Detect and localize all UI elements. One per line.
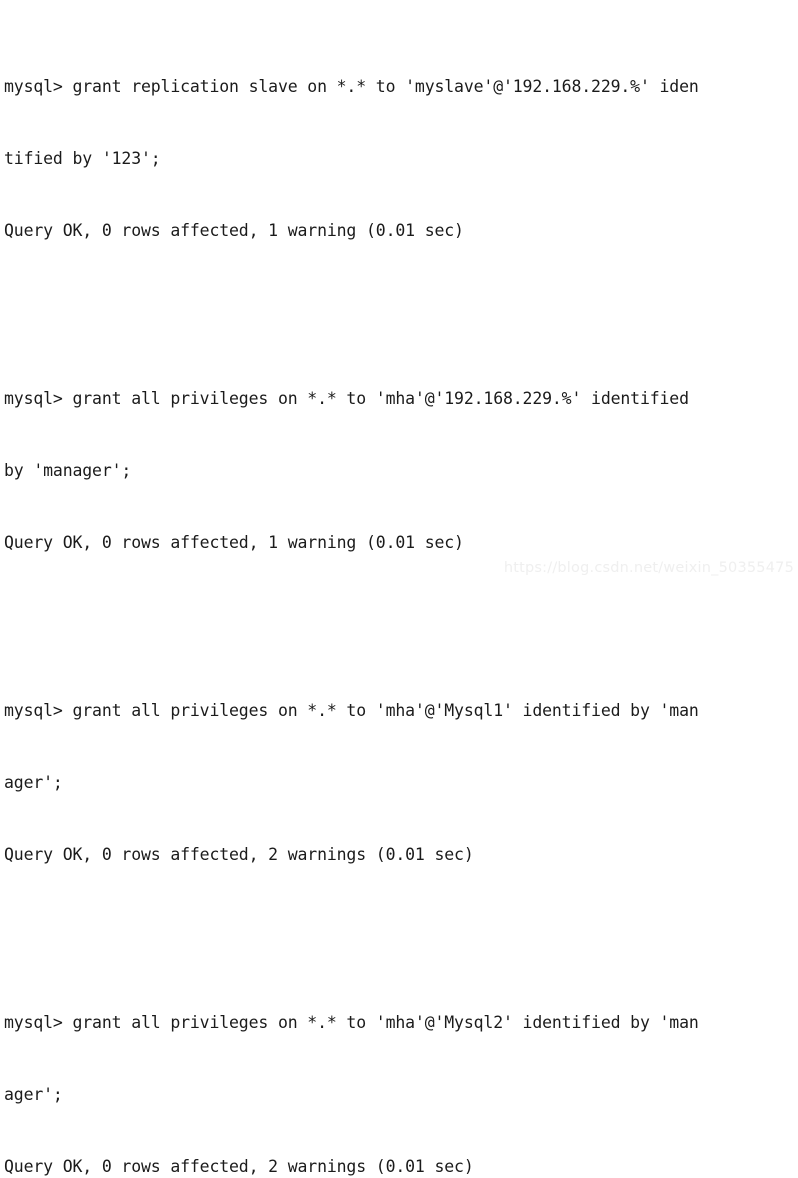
terminal-line: tified by '123';	[4, 149, 161, 168]
watermark-text: https://blog.csdn.net/weixin_50355475	[503, 560, 794, 576]
terminal-screen[interactable]: mysql> grant replication slave on *.* to…	[0, 0, 798, 1176]
terminal-line: mysql> grant all privileges on *.* to 'm…	[4, 1013, 699, 1032]
terminal-line: mysql> grant all privileges on *.* to 'm…	[4, 389, 689, 408]
terminal-line: ager';	[4, 1085, 63, 1104]
terminal-line: mysql> grant all privileges on *.* to 'm…	[4, 701, 699, 720]
terminal-line: Query OK, 0 rows affected, 2 warnings (0…	[4, 1157, 474, 1176]
terminal-line: Query OK, 0 rows affected, 2 warnings (0…	[4, 845, 474, 864]
terminal-line: Query OK, 0 rows affected, 1 warning (0.…	[4, 221, 464, 240]
terminal-line: ager';	[4, 773, 63, 792]
terminal-line: Query OK, 0 rows affected, 1 warning (0.…	[4, 533, 464, 552]
terminal-line: by 'manager';	[4, 461, 132, 480]
terminal-line: mysql> grant replication slave on *.* to…	[4, 77, 699, 96]
